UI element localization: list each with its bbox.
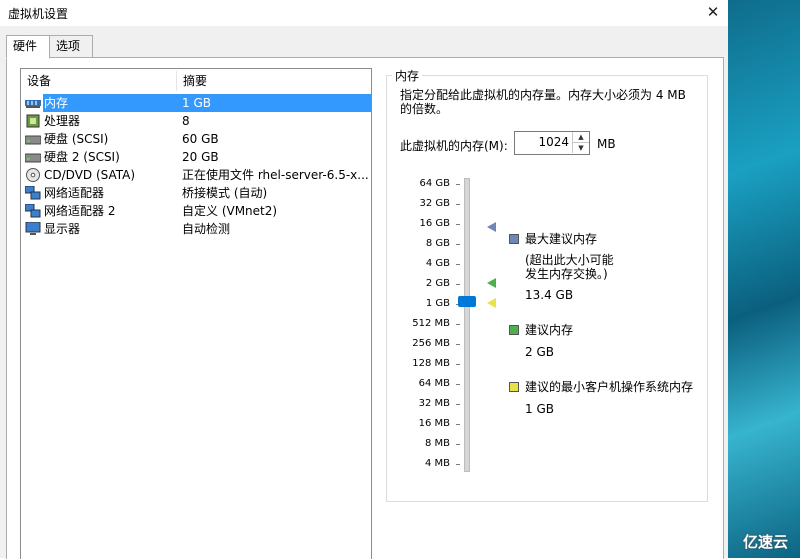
max-recommended-note-line2: 发生内存交换。) [525,267,608,281]
min-guest-marker-icon [487,298,496,308]
scale-label: 2 GB [404,278,460,289]
device-row-display[interactable]: 显示器 自动检测 [23,220,369,238]
max-recommended-title: 最大建议内存 [525,232,598,246]
recommended-legend-icon [509,325,519,335]
scale-label: 16 GB [404,218,460,229]
min-guest-value: 1 GB [525,402,554,416]
device-row-network-adapter[interactable]: 网络适配器 桥接模式 (自动) [23,184,369,202]
disk-icon [25,150,41,164]
device-summary: 60 GB [182,132,219,146]
decrement-arrow-icon[interactable]: ▼ [572,143,589,153]
column-header-device[interactable]: 设备 [21,69,51,91]
scale-label: 64 GB [404,178,460,189]
recommended-title: 建议内存 [525,323,574,337]
max-recommended-legend-icon [509,234,519,244]
window-title: 虚拟机设置 [8,7,69,21]
close-button[interactable]: ✕ [698,0,728,26]
scale-label: 8 GB [404,238,460,249]
device-summary: 20 GB [182,150,219,164]
vm-settings-dialog: 虚拟机设置 ✕ 硬件 选项 设备 摘要 内存 1 GB 处理器 8 硬盘 (SC… [0,0,728,559]
device-summary: 桥接模式 (自动) [182,186,268,200]
scale-label: 32 GB [404,198,460,209]
device-summary: 自定义 (VMnet2) [182,204,278,218]
memory-size-input[interactable]: 1024 [538,135,569,149]
device-list-header: 设备 摘要 [21,69,371,91]
scale-label: 64 MB [404,378,460,389]
device-row-memory[interactable]: 内存 1 GB [23,94,371,112]
device-row-cd-dvd[interactable]: CD/DVD (SATA) 正在使用文件 rhel-server-6.5-x..… [23,166,369,184]
tab-label: 选项 [56,39,81,53]
recommended-marker-icon [487,278,496,288]
network-icon [25,204,41,218]
title-bar: 虚拟机设置 ✕ [0,0,728,26]
memory-icon [25,96,41,110]
device-name: CD/DVD (SATA) [44,168,136,182]
device-name: 网络适配器 [44,186,105,200]
desktop-background [728,0,800,558]
min-guest-title: 建议的最小客户机操作系统内存 [525,380,694,394]
scale-label: 16 MB [404,418,460,429]
disk-icon [25,132,41,146]
device-row-hard-disk[interactable]: 硬盘 (SCSI) 60 GB [23,130,369,148]
device-name: 网络适配器 2 [44,204,116,218]
memory-size-stepper[interactable]: 1024 ▲ ▼ [514,131,590,155]
memory-field-label: 此虚拟机的内存(M): [400,139,508,153]
device-name: 硬盘 (SCSI) [44,132,109,146]
memory-unit-label: MB [597,137,616,151]
device-summary: 1 GB [180,94,371,112]
scale-label: 128 MB [404,358,460,369]
scale-label: 4 GB [404,258,460,269]
device-name: 显示器 [44,222,81,236]
network-icon [25,186,41,200]
scale-label: 8 MB [404,438,460,449]
memory-description: 指定分配给此虚拟机的内存量。内存大小必须为 4 MB 的倍数。 [400,88,686,116]
memory-slider-track[interactable] [464,178,470,472]
scale-label: 4 MB [404,458,460,469]
recommended-value: 2 GB [525,345,554,359]
device-name: 处理器 [44,114,81,128]
processor-icon [25,114,41,128]
tab-label: 硬件 [13,39,38,53]
scale-label: 32 MB [404,398,460,409]
memory-group-label: 内存 [392,67,423,84]
max-recommended-marker-icon [487,222,496,232]
device-row-network-adapter-2[interactable]: 网络适配器 2 自定义 (VMnet2) [23,202,369,220]
cd-dvd-icon [25,168,41,182]
device-summary: 自动检测 [182,222,231,236]
watermark-logo: 亿速云 [742,533,788,551]
device-summary: 8 [182,114,190,128]
scale-label: 256 MB [404,338,460,349]
column-header-summary[interactable]: 摘要 [177,69,207,91]
display-icon [25,222,41,236]
device-list: 设备 摘要 内存 1 GB 处理器 8 硬盘 (SCSI) 60 GB 硬盘 2… [20,68,372,559]
device-name: 内存 [43,94,180,112]
device-summary: 正在使用文件 rhel-server-6.5-x... [182,168,369,182]
memory-slider-thumb[interactable] [458,296,476,307]
device-row-hard-disk-2[interactable]: 硬盘 2 (SCSI) 20 GB [23,148,369,166]
increment-arrow-icon[interactable]: ▲ [572,132,589,143]
tab-hardware[interactable]: 硬件 [6,35,50,59]
device-row-processor[interactable]: 处理器 8 [23,112,369,130]
device-name: 硬盘 2 (SCSI) [44,150,120,164]
scale-label: 1 GB [404,298,460,309]
tab-options[interactable]: 选项 [49,35,93,58]
min-guest-legend-icon [509,382,519,392]
max-recommended-value: 13.4 GB [525,288,574,302]
scale-label: 512 MB [404,318,460,329]
